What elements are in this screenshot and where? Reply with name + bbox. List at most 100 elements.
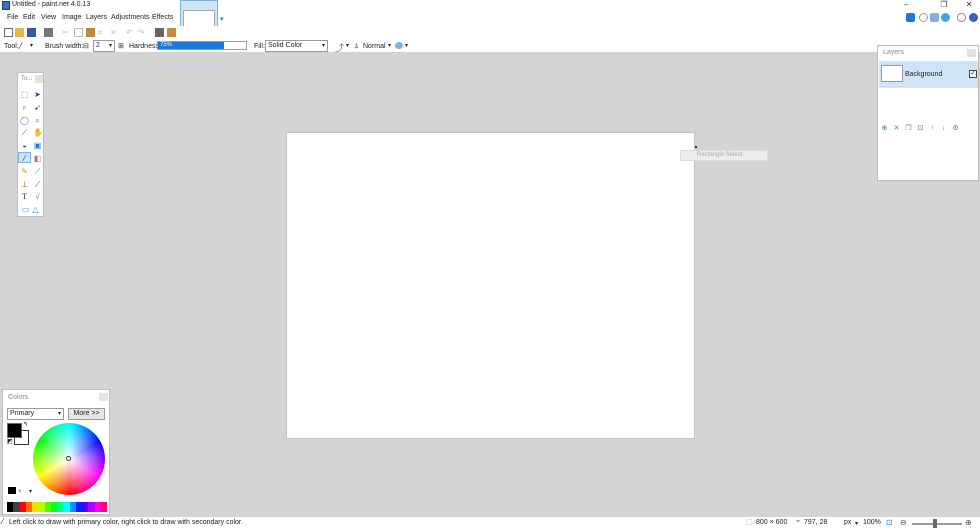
- magic-wand-icon[interactable]: ⟋: [20, 128, 29, 137]
- menu-adjustments[interactable]: Adjustments: [111, 14, 150, 21]
- blend-mode-value[interactable]: Normal: [363, 43, 386, 50]
- shapes-triangle-icon[interactable]: △: [31, 205, 40, 214]
- ruler-icon[interactable]: [167, 28, 176, 37]
- settings-icon[interactable]: [957, 13, 966, 22]
- gradient-icon[interactable]: ▣: [33, 141, 42, 150]
- menu-edit[interactable]: Edit: [23, 14, 35, 21]
- layer-row[interactable]: Background ✓: [879, 61, 978, 88]
- menu-image[interactable]: Image: [62, 14, 81, 21]
- zoom-out-icon[interactable]: ⊖: [900, 518, 907, 527]
- zoom-fit-icon[interactable]: ⊡: [886, 518, 893, 527]
- lasso-select-icon[interactable]: ⌕: [20, 103, 29, 112]
- layers-window-icon[interactable]: [930, 13, 939, 22]
- cut-icon[interactable]: ✂: [62, 28, 71, 37]
- crop-icon[interactable]: ⌗: [98, 28, 107, 37]
- fill-select[interactable]: Solid Color ▾: [265, 40, 328, 52]
- primary-color-swatch[interactable]: [7, 423, 22, 438]
- hardness-slider[interactable]: 75%: [157, 41, 247, 50]
- zoom-in-icon[interactable]: ⊕: [965, 518, 972, 527]
- alpha-dropdown-icon[interactable]: ▾: [405, 42, 408, 49]
- print-icon[interactable]: [44, 28, 53, 37]
- colors-window-icon[interactable]: [941, 13, 950, 22]
- save-file-icon[interactable]: [27, 28, 36, 37]
- antialiasing-dropdown-icon[interactable]: ▾: [346, 42, 349, 49]
- color-picker-icon[interactable]: ⟋: [33, 167, 42, 176]
- restore-button[interactable]: ❐: [935, 0, 953, 10]
- image-canvas[interactable]: [286, 132, 695, 439]
- status-hint: Left click to draw with primary color, r…: [9, 519, 243, 526]
- history-window-icon[interactable]: [919, 13, 928, 22]
- swap-colors-icon[interactable]: ↰: [23, 421, 28, 428]
- tools-window-icon[interactable]: [906, 13, 915, 22]
- merge-layer-icon[interactable]: ⊡: [917, 125, 924, 132]
- delete-layer-icon[interactable]: ✕: [893, 125, 900, 132]
- pencil-icon[interactable]: ✎: [20, 167, 29, 176]
- image-size: 800 × 600: [756, 519, 788, 526]
- color-wheel-cursor[interactable]: [66, 456, 71, 461]
- palette-menu-arrow-icon[interactable]: ▾: [29, 488, 32, 495]
- minimize-button[interactable]: –: [897, 0, 915, 10]
- zoom-level[interactable]: 100%: [863, 519, 881, 526]
- cursor-position-icon: ⌖: [796, 518, 800, 525]
- move-layer-up-icon[interactable]: ↑: [929, 125, 936, 132]
- copy-icon[interactable]: [74, 28, 83, 37]
- units-select[interactable]: px: [844, 519, 851, 526]
- close-button[interactable]: ✕: [960, 0, 978, 10]
- menu-layers[interactable]: Layers: [86, 14, 107, 21]
- recolor-icon[interactable]: ⟋: [33, 180, 42, 189]
- pan-hand-icon[interactable]: ✋: [33, 128, 43, 137]
- undo-icon[interactable]: ↶: [126, 28, 135, 37]
- menu-file[interactable]: File: [7, 14, 18, 21]
- redo-icon[interactable]: ↷: [138, 28, 147, 37]
- zoom-slider[interactable]: [912, 523, 962, 525]
- image-list-arrow-icon[interactable]: ▾: [220, 15, 224, 23]
- layer-visibility-checkbox[interactable]: ✓: [969, 70, 977, 78]
- paintbrush-tool-icon[interactable]: ⁄: [20, 41, 22, 51]
- rectangle-select-icon[interactable]: ⬚: [20, 90, 29, 99]
- menu-effects[interactable]: Effects: [152, 14, 173, 21]
- ellipse-select-icon[interactable]: ◯: [20, 116, 29, 125]
- layer-properties-icon[interactable]: ⚙: [952, 125, 959, 132]
- help-icon[interactable]: [969, 13, 978, 22]
- color-palette[interactable]: [7, 502, 107, 512]
- menu-view[interactable]: View: [41, 14, 56, 21]
- new-file-icon[interactable]: [4, 28, 13, 37]
- paste-icon[interactable]: [86, 28, 95, 37]
- add-layer-icon[interactable]: ⊕: [881, 125, 888, 132]
- more-colors-button[interactable]: More >>: [68, 408, 105, 420]
- text-icon[interactable]: T: [20, 192, 29, 201]
- palette-swatch[interactable]: [100, 502, 107, 512]
- blend-mode-icon[interactable]: ⍋: [354, 41, 359, 51]
- clone-stamp-icon[interactable]: ⊥: [20, 180, 29, 189]
- layers-panel-close-button[interactable]: [967, 49, 976, 57]
- palette-black-icon[interactable]: [8, 487, 16, 494]
- tools-panel-close-button[interactable]: [35, 75, 43, 83]
- tools-panel-title: To...: [21, 76, 33, 82]
- deselect-icon[interactable]: ⨯: [110, 28, 119, 37]
- brush-width-input[interactable]: 2 ▾: [93, 40, 115, 52]
- duplicate-layer-icon[interactable]: ❐: [905, 125, 912, 132]
- colors-panel-close-button[interactable]: [99, 393, 108, 401]
- tool-dropdown-arrow-icon[interactable]: ▾: [30, 42, 33, 49]
- zoom-icon[interactable]: ⌕: [33, 116, 42, 125]
- open-file-icon[interactable]: [15, 28, 24, 37]
- blend-mode-dropdown-icon[interactable]: ▾: [388, 42, 391, 49]
- alpha-blending-icon[interactable]: [395, 42, 403, 49]
- reset-colors-icon[interactable]: ◩: [7, 438, 13, 445]
- color-mode-select[interactable]: Primary ▾: [7, 408, 64, 420]
- antialiasing-icon[interactable]: ⤴: [335, 41, 344, 54]
- grid-icon[interactable]: [155, 28, 164, 37]
- eraser-icon[interactable]: ◧: [33, 154, 42, 163]
- paint-bucket-icon[interactable]: ◒: [20, 141, 29, 150]
- move-selection-icon[interactable]: ➤: [33, 90, 42, 99]
- units-dropdown-icon[interactable]: ▾: [855, 520, 858, 527]
- palette-menu-icon[interactable]: ◐: [18, 486, 23, 495]
- zoom-slider-knob[interactable]: [933, 519, 937, 528]
- decrease-width-icon[interactable]: ⊟: [83, 42, 89, 50]
- shapes-icon[interactable]: ▭: [21, 205, 30, 214]
- move-selected-icon[interactable]: ➹: [33, 103, 42, 112]
- increase-width-icon[interactable]: ⊞: [118, 42, 124, 50]
- line-curve-icon[interactable]: √: [33, 192, 42, 201]
- move-layer-down-icon[interactable]: ↓: [940, 125, 947, 132]
- paintbrush-icon[interactable]: ⁄: [20, 154, 29, 163]
